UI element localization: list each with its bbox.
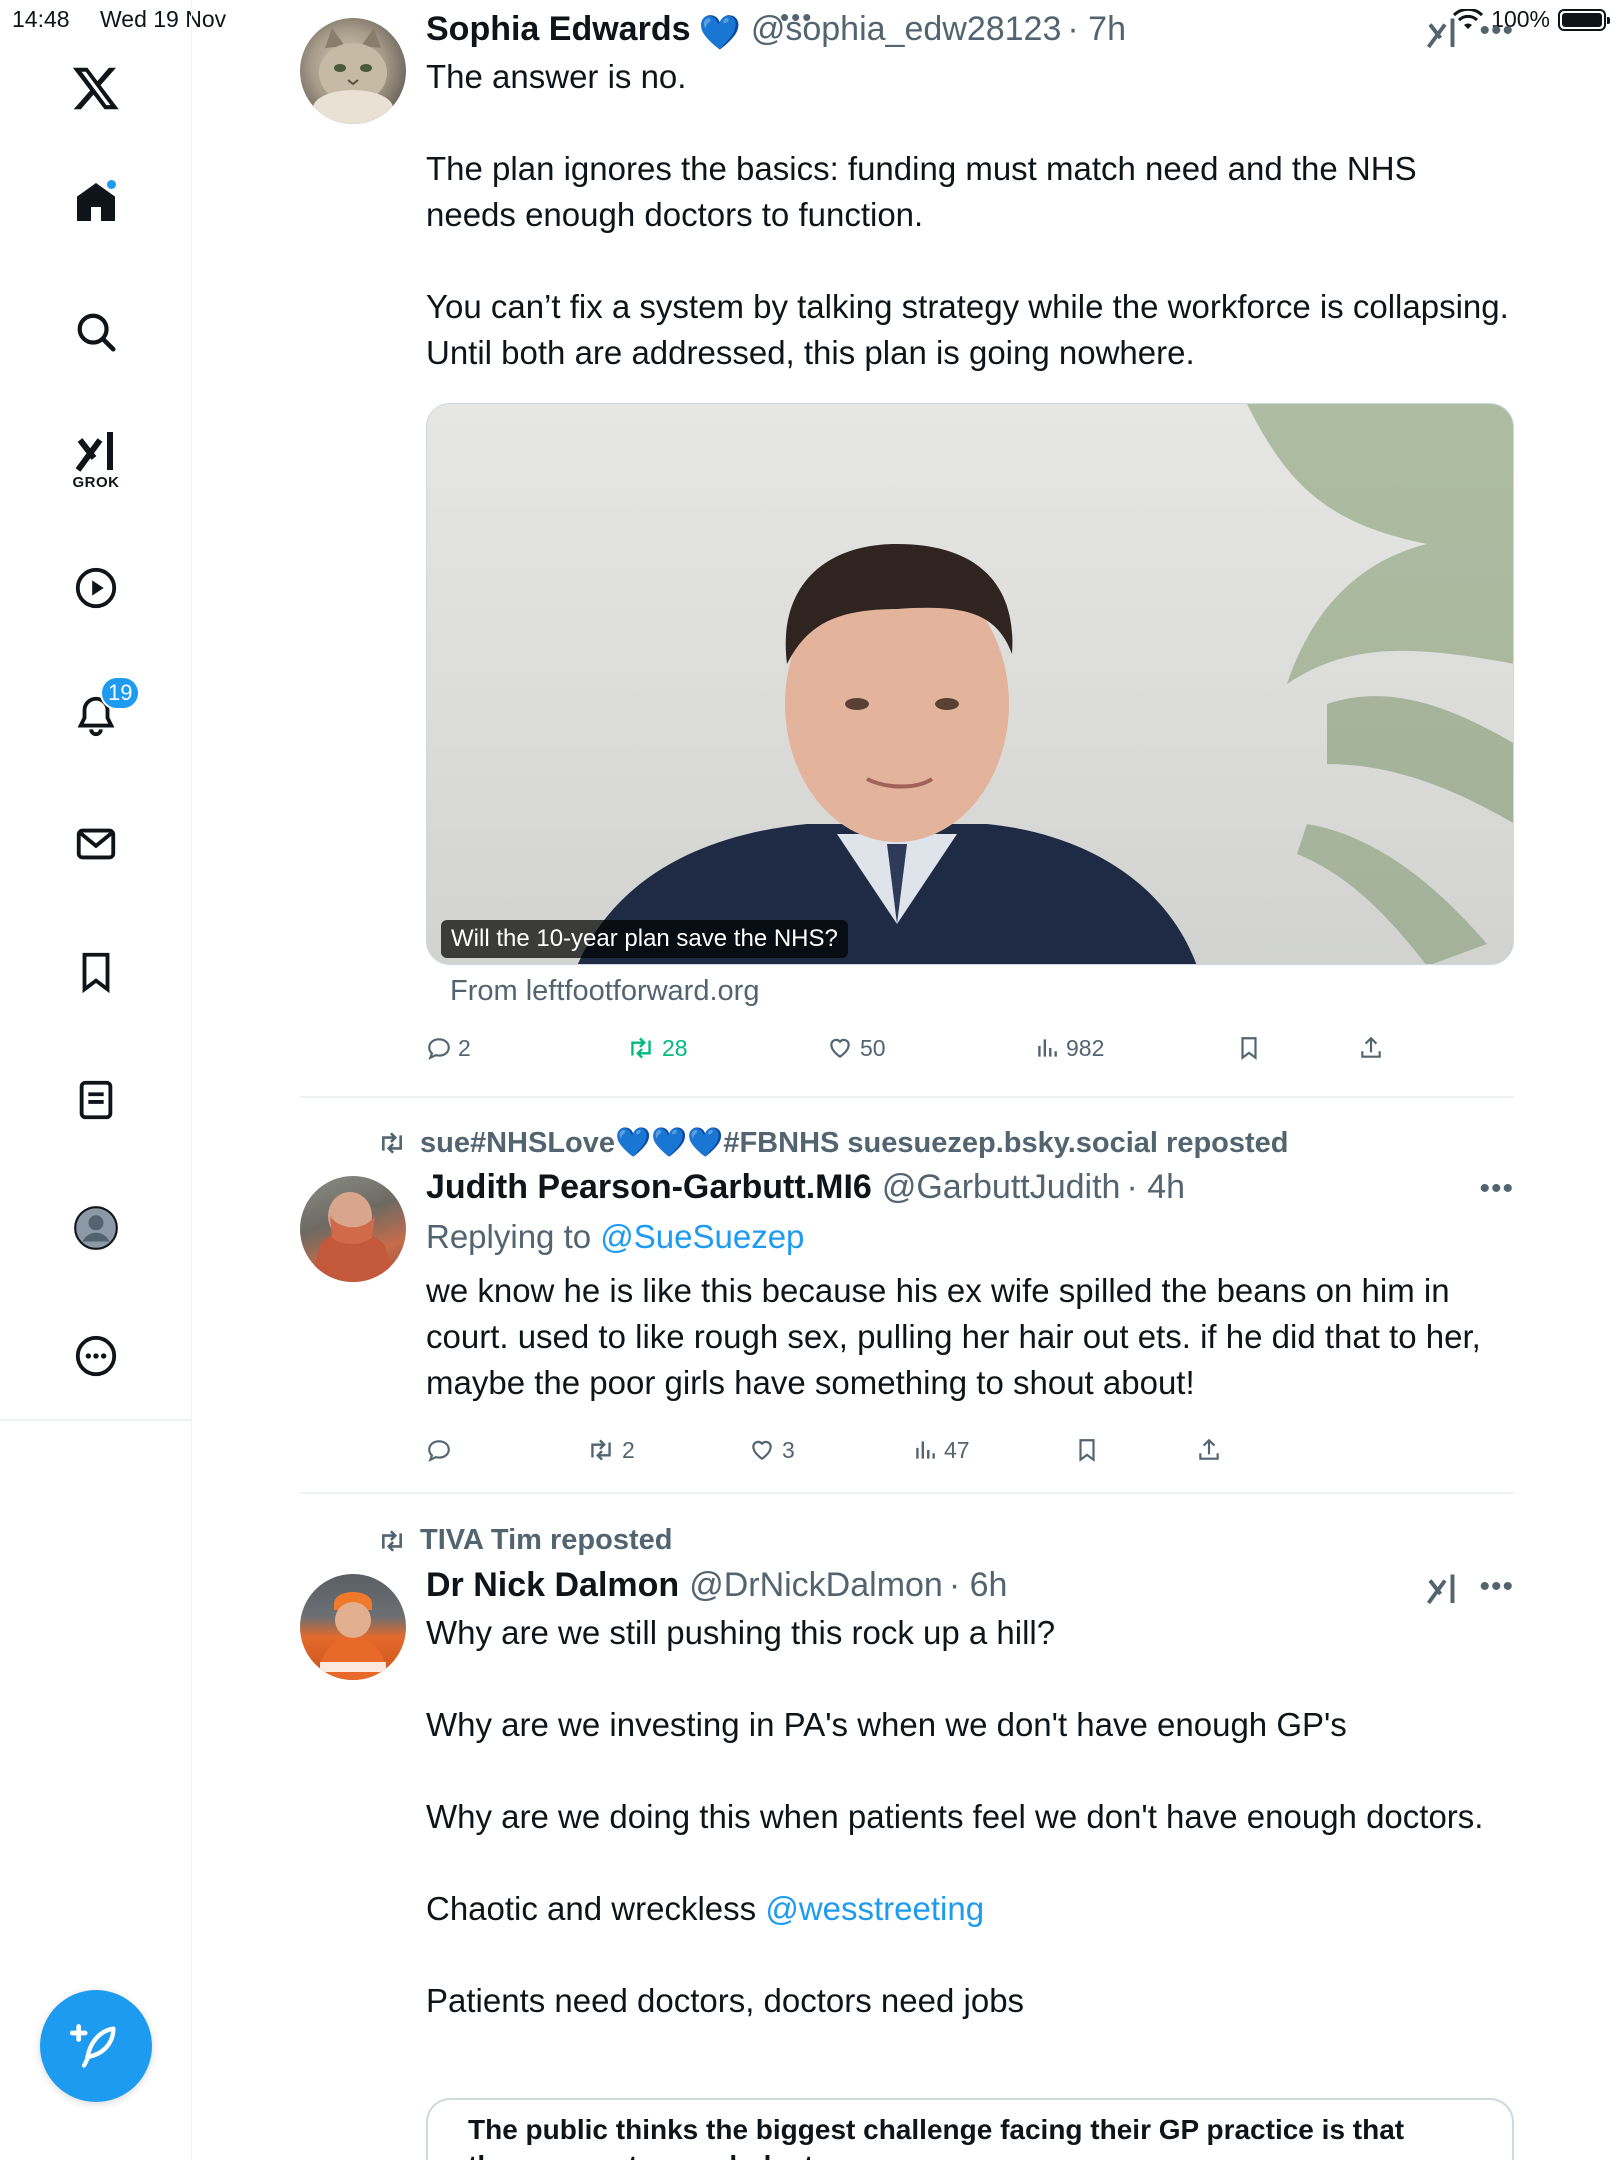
like-count: 50 [860,1034,886,1061]
repost-count: 28 [662,1034,688,1061]
avatar[interactable] [300,1574,406,1680]
sidebar-divider [0,1419,192,1421]
repost-icon [382,1529,402,1552]
view-count: 982 [1066,1034,1105,1061]
repost-icon [591,1439,611,1461]
link-card-image[interactable]: Will the 10-year plan save the NHS? [426,403,1514,965]
author-handle[interactable]: @sophia_edw28123 [751,8,1062,50]
notifications-icon[interactable]: 19 [56,676,141,756]
post-time[interactable]: · 7h [1067,8,1126,50]
share-icon [1361,1036,1381,1058]
post-divider [300,1492,1514,1494]
heart-icon [830,1038,850,1058]
compose-button[interactable] [40,1990,152,2102]
repost-count: 2 [622,1436,635,1463]
quoted-card[interactable]: The public thinks the biggest challenge … [426,2098,1514,2160]
views-icon [916,1441,935,1459]
bookmark-icon [1079,1439,1095,1462]
author-name[interactable]: Sophia Edwards [426,8,691,50]
replying-to-mention[interactable]: @SueSuezep [600,1218,804,1255]
post-more-icon[interactable]: ••• [1479,1172,1514,1206]
notifications-badge: 19 [100,676,141,710]
post-divider [300,1096,1514,1098]
quoted-card-text: The public thinks the biggest challenge … [468,2114,1405,2160]
home-unread-dot [105,178,118,191]
cat-avatar-image [313,28,393,124]
view-count: 47 [944,1436,970,1463]
post-time[interactable]: · 6h [949,1564,1008,1606]
repost-icon [382,1132,402,1154]
replying-to-line: Replying to @SueSuezep [426,1214,1514,1260]
reply-button[interactable] [426,1430,458,1470]
views-button[interactable]: 982 [1034,1028,1104,1068]
grok-label: GROK [72,473,120,491]
compose-icon [70,2024,116,2068]
reply-count: 2 [458,1034,471,1061]
share-button[interactable] [1196,1430,1222,1470]
repost-button[interactable]: 2 [586,1430,635,1470]
link-card-caption: Will the 10-year plan save the NHS? [441,920,848,958]
home-icon[interactable] [56,162,136,242]
heart-icon [752,1440,772,1460]
profile-icon[interactable] [56,1188,136,1268]
repost-button[interactable]: 28 [626,1028,688,1068]
reply-icon [428,1038,450,1060]
author-handle[interactable]: @DrNickDalmon [689,1564,943,1606]
video-icon[interactable] [56,548,136,628]
profile-photo [318,1592,388,1680]
search-icon[interactable] [56,292,136,372]
bookmarks-icon[interactable] [56,932,136,1012]
repost-icon [631,1037,651,1059]
reply-button[interactable]: 2 [426,1028,471,1068]
link-card-source[interactable]: From leftfootforward.org [450,975,759,1008]
reposted-by: sue#NHSLove💙💙💙#FBNHS suesuezep.bsky.soci… [420,1127,1289,1159]
post-text: we know he is like this because his ex w… [426,1272,1490,1401]
avatar[interactable] [300,18,406,124]
reply-icon [428,1440,450,1462]
battery-icon [1558,8,1610,31]
like-button[interactable]: 50 [826,1028,886,1068]
mention-link[interactable]: @wesstreeting [765,1890,984,1927]
share-icon [1199,1438,1219,1460]
author-name[interactable]: Judith Pearson-Garbutt.MI6 [426,1166,872,1208]
grok-explain-icon[interactable] [1424,1570,1460,1611]
grok-explain-icon[interactable] [1424,14,1460,55]
verified-emoji: 💙 [698,14,741,52]
post-text: The answer is no. The plan ignores the b… [426,58,1509,371]
post-text-part-2: Patients need doctors, doctors need jobs [426,1982,1025,2019]
bookmark-button[interactable] [1074,1430,1100,1470]
author-name[interactable]: Dr Nick Dalmon [426,1564,679,1606]
bookmark-icon [1241,1037,1257,1060]
repost-context[interactable]: TIVA Tim reposted [376,1524,672,1557]
like-button[interactable]: 3 [748,1430,795,1470]
repost-context[interactable]: sue#NHSLove💙💙💙#FBNHS suesuezep.bsky.soci… [376,1126,1289,1160]
post-text: Why are we still pushing this rock up a … [426,1610,1514,2024]
views-icon [1038,1039,1057,1057]
more-icon[interactable] [56,1316,136,1396]
lists-icon[interactable] [56,1060,136,1140]
post-actions: 2 3 47 [426,1430,1426,1470]
post-actions: 2 28 50 982 [426,1028,1426,1068]
like-count: 3 [782,1436,795,1463]
post-text-part-1: Why are we still pushing this rock up a … [426,1614,1484,1927]
post-more-icon[interactable]: ••• [1479,14,1514,48]
profile-photo [310,1192,395,1282]
x-logo-icon[interactable] [56,48,136,128]
bookmark-button[interactable] [1236,1028,1262,1068]
post-more-icon[interactable]: ••• [1479,1570,1514,1604]
grok-icon[interactable]: GROK [56,414,136,504]
post-time[interactable]: · 4h [1126,1166,1185,1208]
author-handle[interactable]: @GarbuttJudith [882,1166,1121,1208]
portrait-photo [577,404,1513,964]
avatar[interactable] [300,1176,406,1282]
views-button[interactable]: 47 [912,1430,970,1470]
share-button[interactable] [1358,1028,1384,1068]
messages-icon[interactable] [56,804,136,884]
reposted-by: TIVA Tim reposted [420,1524,673,1556]
sidebar: GROK 19 [0,0,192,2160]
replying-prefix: Replying to [426,1218,601,1255]
